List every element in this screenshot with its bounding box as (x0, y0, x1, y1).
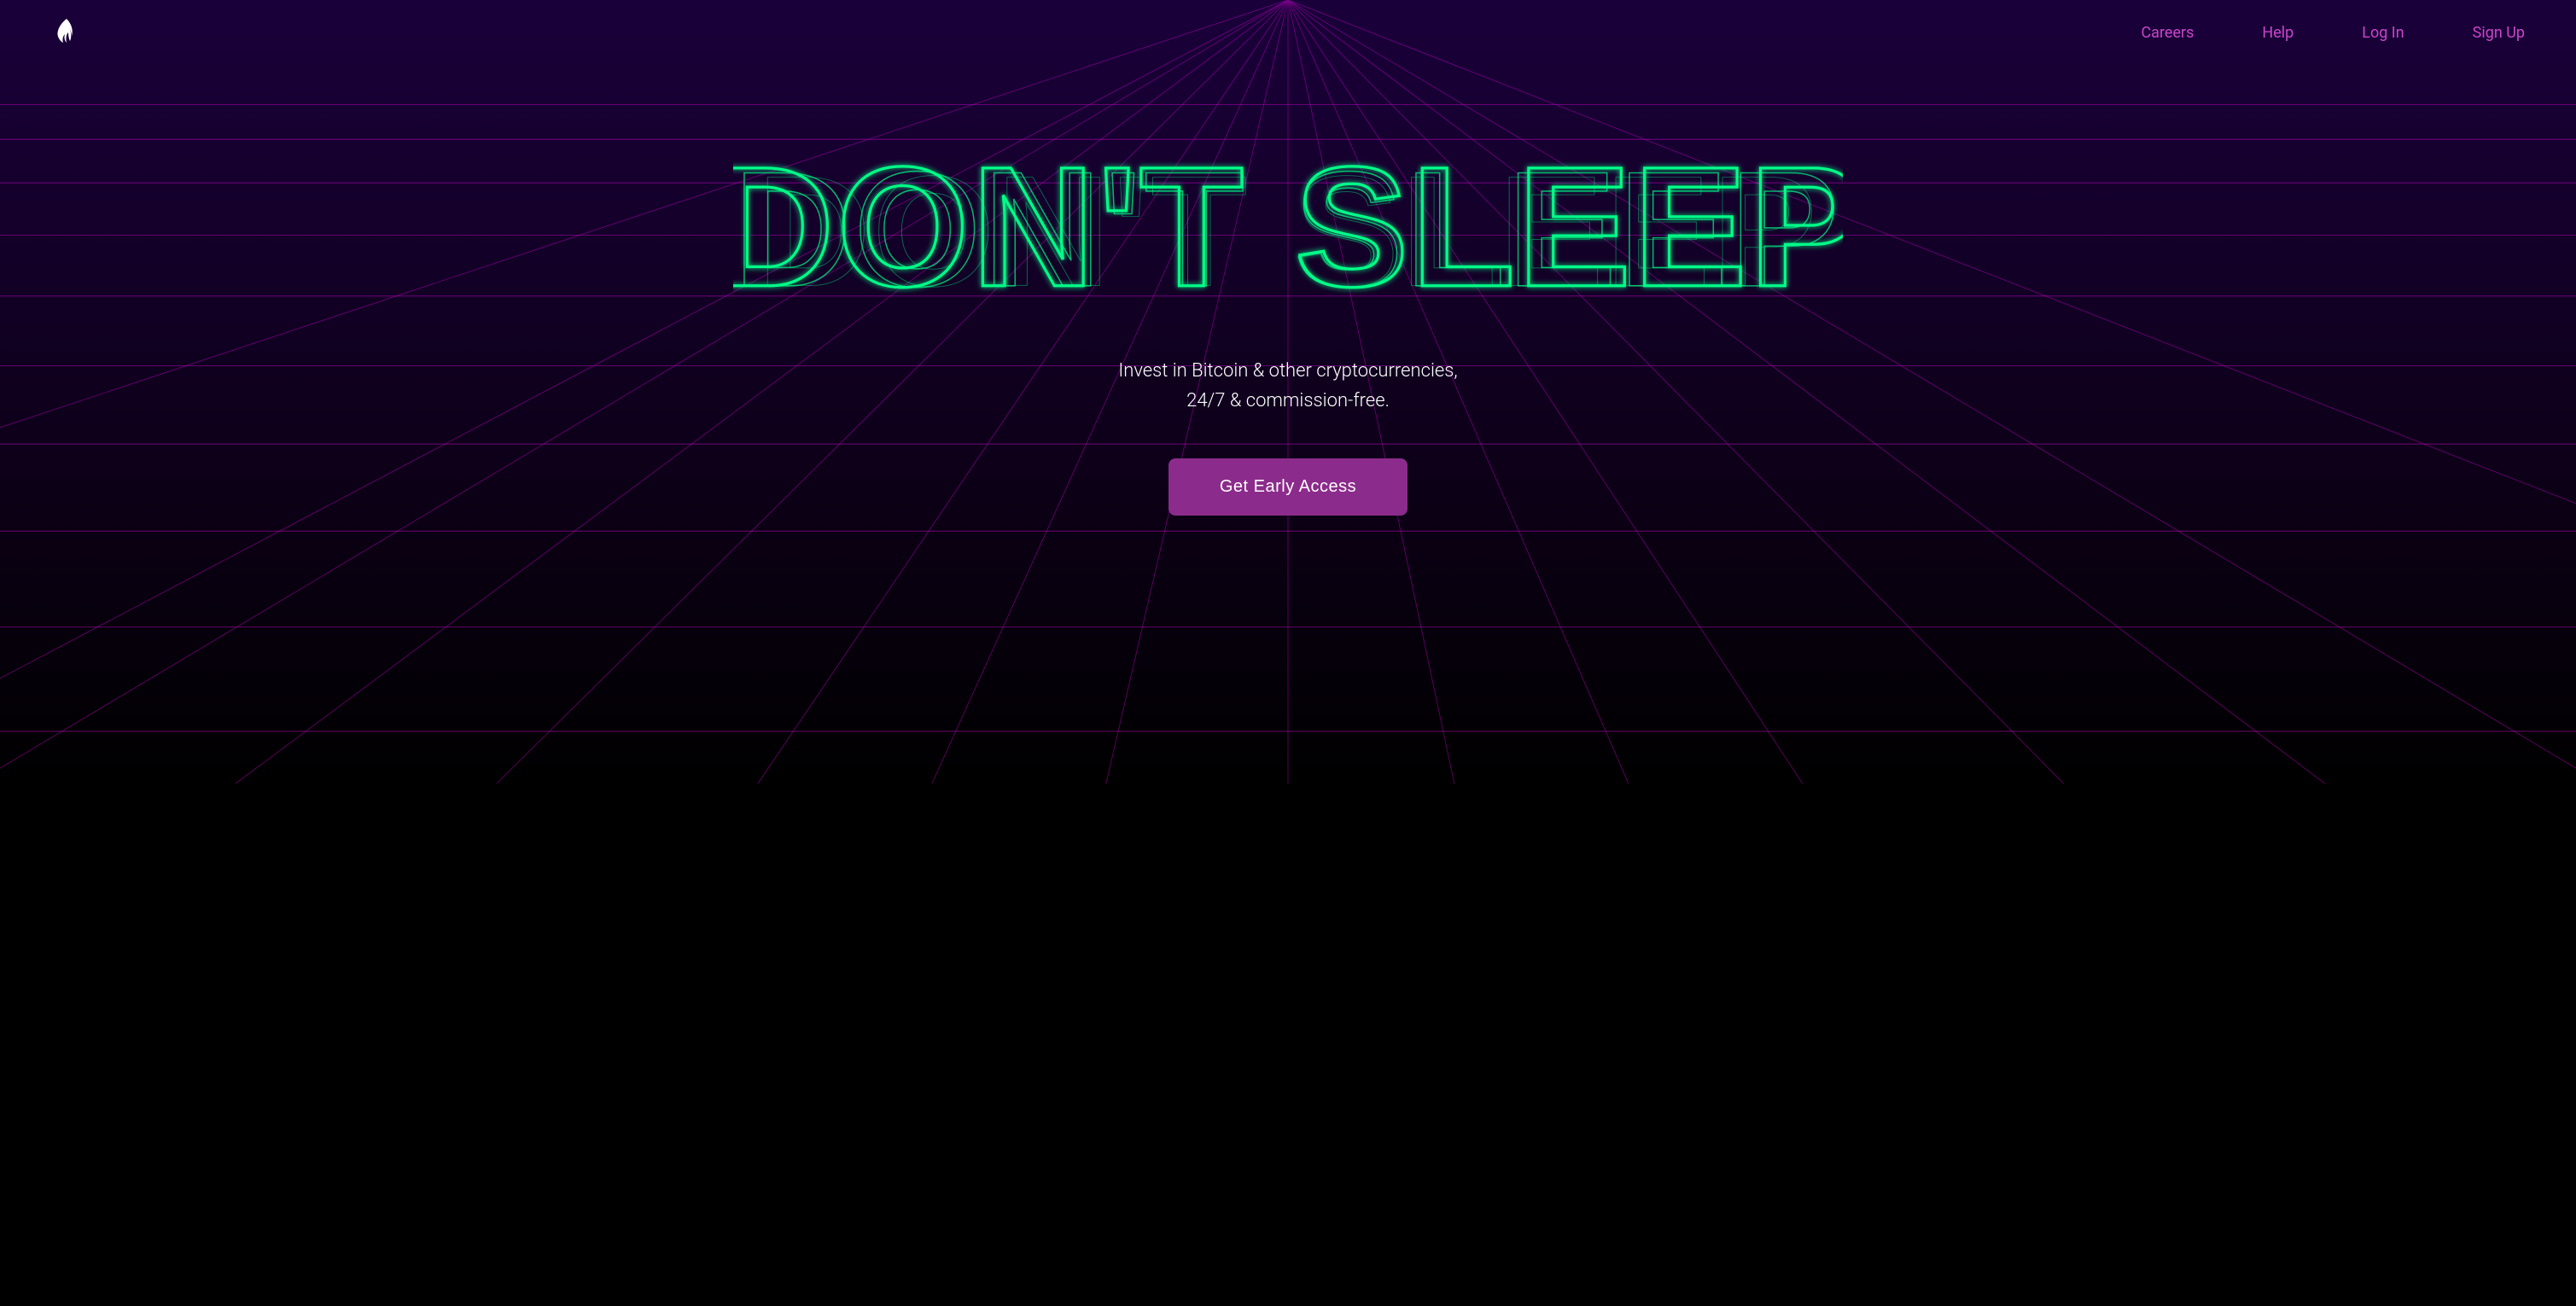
nav-links: Careers Help Log In Sign Up (2141, 24, 2525, 42)
careers-link[interactable]: Careers (2141, 24, 2194, 42)
hero-section: DON'T SLEEP DON'T SLEEP DON'T SLEEP Inve… (0, 65, 2576, 516)
cta-button[interactable]: Get Early Access (1169, 458, 1407, 516)
hero-headline: DON'T SLEEP DON'T SLEEP DON'T SLEEP (733, 133, 1843, 322)
logo-icon (51, 17, 82, 48)
navbar: Careers Help Log In Sign Up (0, 0, 2576, 65)
logo-area (51, 17, 82, 48)
help-link[interactable]: Help (2262, 24, 2293, 42)
subtitle: Invest in Bitcoin & other cryptocurrenci… (1118, 356, 1457, 416)
page-wrapper: Careers Help Log In Sign Up (0, 0, 2576, 1306)
signup-link[interactable]: Sign Up (2473, 24, 2525, 42)
svg-text:DON'T SLEEP: DON'T SLEEP (757, 143, 1819, 318)
login-link[interactable]: Log In (2362, 24, 2404, 42)
